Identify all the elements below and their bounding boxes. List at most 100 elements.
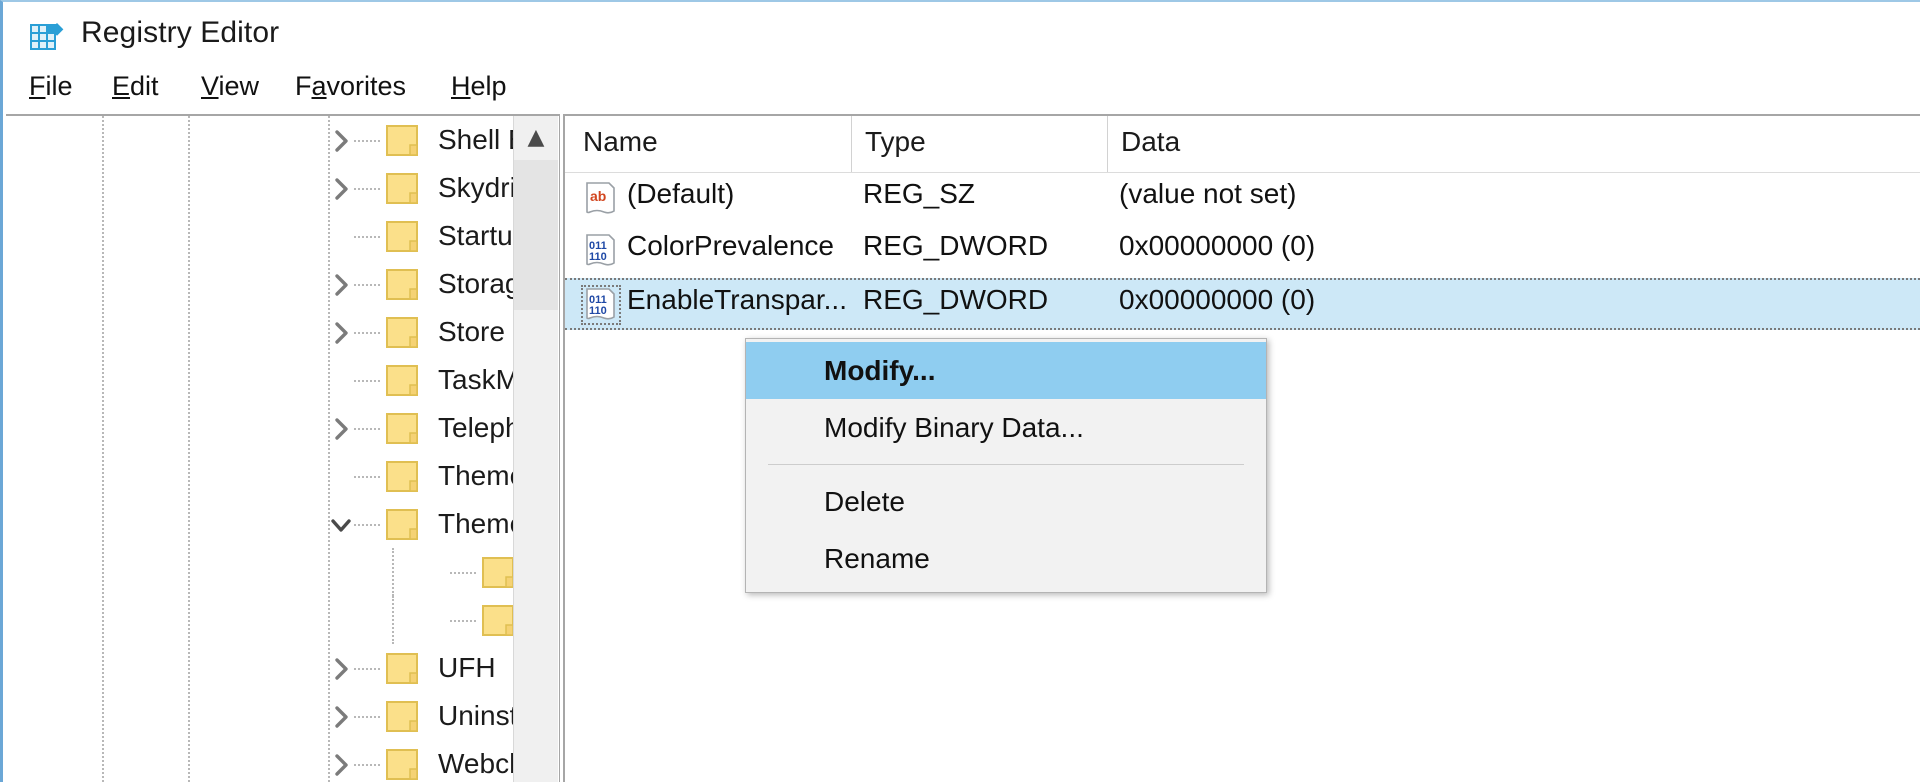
tree-vertical-scrollbar[interactable]: ▲: [513, 116, 558, 782]
tree-item-store[interactable]: Store: [6, 308, 513, 356]
reg-dword-binary-icon: 011 110: [583, 233, 619, 269]
chevron-down-icon[interactable]: [328, 512, 354, 538]
menu-help[interactable]: Help: [447, 68, 511, 105]
chevron-right-icon[interactable]: [328, 752, 354, 778]
reg-sz-string-icon: ab: [583, 181, 619, 217]
column-header-name[interactable]: Name: [583, 126, 658, 158]
chevron-right-icon[interactable]: [328, 176, 354, 202]
folder-icon: [482, 605, 513, 637]
menu-item-rename[interactable]: Rename: [746, 530, 1266, 587]
tree-item-label: Startup: [438, 220, 513, 251]
tree-item-startup[interactable]: Startup: [6, 212, 513, 260]
tree-connector: [354, 140, 380, 142]
menu-edit[interactable]: Edit: [108, 68, 163, 105]
chevron-right-icon[interactable]: [328, 128, 354, 154]
chevron-right-icon[interactable]: [328, 272, 354, 298]
menu-file[interactable]: File: [25, 68, 77, 105]
table-row[interactable]: 011 110 EnableTranspar... REG_DWORD 0x000000…: [565, 278, 1920, 330]
tree-item-label: Uninsta: [438, 700, 513, 731]
column-header-data[interactable]: Data: [1121, 126, 1180, 158]
folder-icon: [386, 701, 424, 733]
svg-text:110: 110: [589, 251, 607, 263]
tree-item-label: Storage: [438, 268, 513, 299]
scrollbar-thumb[interactable]: [514, 160, 558, 310]
tree-item-uninsta[interactable]: Uninsta: [6, 692, 513, 740]
table-row[interactable]: ab (Default) REG_SZ (value not set): [565, 174, 1920, 226]
scroll-up-arrow-icon[interactable]: ▲: [514, 116, 558, 160]
value-data: 0x00000000 (0): [1119, 284, 1316, 315]
tree-connector: [354, 428, 380, 430]
tree-connector: [354, 284, 380, 286]
chevron-right-icon[interactable]: [328, 320, 354, 346]
context-menu: Modify... Modify Binary Data... Delete Rena…: [745, 338, 1267, 593]
folder-icon: [386, 509, 424, 541]
value-type: REG_DWORD: [863, 284, 1049, 315]
value-name: ColorPrevalence: [627, 230, 834, 261]
tree-item-label: Theme: [438, 460, 513, 491]
tree-item-theme[interactable]: Theme: [6, 452, 513, 500]
tree-item-label: UFH: [438, 652, 496, 683]
tree-item-shell-ex[interactable]: Shell Ex: [6, 116, 513, 164]
tree-item-skydriv[interactable]: Skydriv: [6, 164, 513, 212]
tree-connector: [354, 764, 380, 766]
chevron-right-icon[interactable]: [328, 704, 354, 730]
folder-icon: [386, 413, 424, 445]
tree-connector: [354, 332, 380, 334]
menu-view[interactable]: View: [197, 68, 263, 105]
folder-icon: [386, 221, 424, 253]
tree-connector: [354, 524, 380, 526]
tree-connector: [450, 572, 476, 574]
value-name: EnableTranspar...: [627, 284, 847, 315]
column-header-type[interactable]: Type: [865, 126, 926, 158]
table-row[interactable]: 011 110 ColorPrevalence REG_DWORD 0x00000000…: [565, 226, 1920, 278]
folder-icon: [386, 173, 424, 205]
chevron-right-icon[interactable]: [328, 416, 354, 442]
tree-item-label: Theme: [438, 508, 513, 539]
tree-connector: [354, 476, 380, 478]
tree-item-pers[interactable]: Pers: [6, 596, 513, 644]
registry-tree-pane: Shell Ex Skydriv Startup Storage Store TaskMa…: [6, 114, 560, 782]
tree-item-label: Telepho: [438, 412, 513, 443]
menu-favorites[interactable]: Favorites: [291, 68, 410, 105]
value-type: REG_DWORD: [863, 230, 1049, 261]
value-name: (Default): [627, 178, 735, 209]
chevron-right-icon[interactable]: [328, 656, 354, 682]
tree-item-label: Shell Ex: [438, 124, 513, 155]
tree-item-taskma[interactable]: TaskMa: [6, 356, 513, 404]
tree-item-label: Skydriv: [438, 172, 513, 203]
reg-dword-binary-icon: 011 110: [581, 285, 621, 325]
svg-text:110: 110: [589, 305, 607, 317]
window-title: Registry Editor: [81, 16, 280, 49]
folder-icon: [386, 125, 424, 157]
tree-item-storage[interactable]: Storage: [6, 260, 513, 308]
menu-item-modify-binary-data[interactable]: Modify Binary Data...: [746, 399, 1266, 456]
tree-item-webch[interactable]: Webch: [6, 740, 513, 782]
tree-item-label: TaskMa: [438, 364, 513, 395]
folder-icon: [386, 269, 424, 301]
folder-icon: [386, 749, 424, 781]
tree-guide-line: [392, 596, 394, 644]
tree-item-theme[interactable]: Theme: [6, 500, 513, 548]
tree-item-hig[interactable]: Hig: [6, 548, 513, 596]
list-header: Name Type Data: [565, 116, 1920, 173]
value-data: 0x00000000 (0): [1119, 230, 1316, 261]
header-divider[interactable]: [851, 116, 852, 172]
header-divider[interactable]: [1107, 116, 1108, 172]
tree-item-ufh[interactable]: UFH: [6, 644, 513, 692]
tree-item-label: Webch: [438, 748, 513, 779]
tree-connector: [354, 716, 380, 718]
menu-item-modify[interactable]: Modify...: [746, 342, 1266, 399]
tree-connector: [354, 380, 380, 382]
menu-bar: File Edit View Favorites Help: [3, 64, 1920, 108]
title-bar: Registry Editor: [3, 2, 1920, 64]
folder-icon: [386, 317, 424, 349]
menu-item-delete[interactable]: Delete: [746, 473, 1266, 530]
tree-connector: [354, 188, 380, 190]
folder-icon: [386, 461, 424, 493]
tree-connector: [354, 236, 380, 238]
tree-item-telepho[interactable]: Telepho: [6, 404, 513, 452]
registry-editor-icon: [29, 18, 65, 52]
svg-text:ab: ab: [590, 188, 606, 204]
registry-tree-viewport[interactable]: Shell Ex Skydriv Startup Storage Store TaskMa…: [6, 116, 513, 782]
folder-icon: [386, 365, 424, 397]
